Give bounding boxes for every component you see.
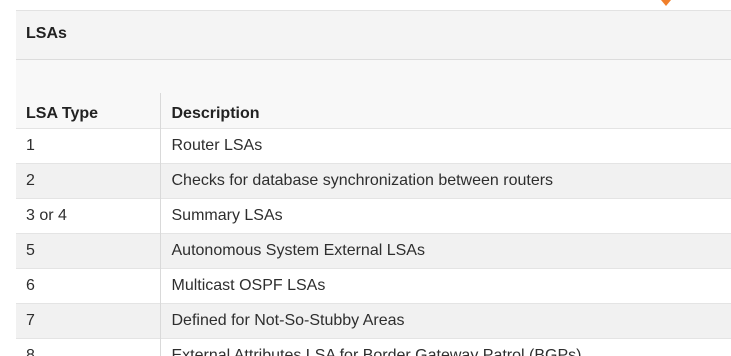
panel-spacer [16, 60, 731, 93]
description-cell: Summary LSAs [159, 197, 731, 233]
panel-title: LSAs [26, 25, 67, 42]
lsa-type-cell: 3 or 4 [16, 197, 160, 233]
lsa-table: LSA Type Description 1 Router LSAs 2 Che… [16, 93, 731, 356]
lsa-type-cell: 7 [16, 302, 160, 338]
column-header-lsa-type: LSA Type [26, 104, 99, 122]
lsa-type-cell: 1 [16, 127, 160, 163]
table-header-row: LSA Type Description [16, 93, 731, 128]
table-row: 5 Autonomous System External LSAs [16, 232, 731, 268]
table-row: 6 Multicast OSPF LSAs [16, 267, 731, 303]
panel-header: LSAs [16, 10, 731, 60]
lsa-table-panel: LSAs LSA Type Description 1 Router LSAs … [16, 10, 731, 356]
table-row: 3 or 4 Summary LSAs [16, 197, 731, 233]
lsa-type-cell: 8 [16, 337, 160, 356]
description-cell: Defined for Not-So-Stubby Areas [159, 302, 731, 338]
lsa-type-cell: 2 [16, 162, 160, 198]
description-cell: Router LSAs [159, 127, 731, 163]
description-cell: External Attributes LSA for Border Gatew… [159, 337, 731, 356]
description-cell: Autonomous System External LSAs [159, 232, 731, 268]
lsa-type-cell: 5 [16, 232, 160, 268]
table-row: 8 External Attributes LSA for Border Gat… [16, 337, 731, 356]
table-row: 2 Checks for database synchronization be… [16, 162, 731, 198]
column-header-description: Description [159, 93, 731, 128]
table-row: 1 Router LSAs [16, 127, 731, 163]
table-row: 7 Defined for Not-So-Stubby Areas [16, 302, 731, 338]
description-cell: Multicast OSPF LSAs [159, 267, 731, 303]
description-cell: Checks for database synchronization betw… [159, 162, 731, 198]
orange-marker-icon [661, 0, 671, 6]
lsa-type-cell: 6 [16, 267, 160, 303]
